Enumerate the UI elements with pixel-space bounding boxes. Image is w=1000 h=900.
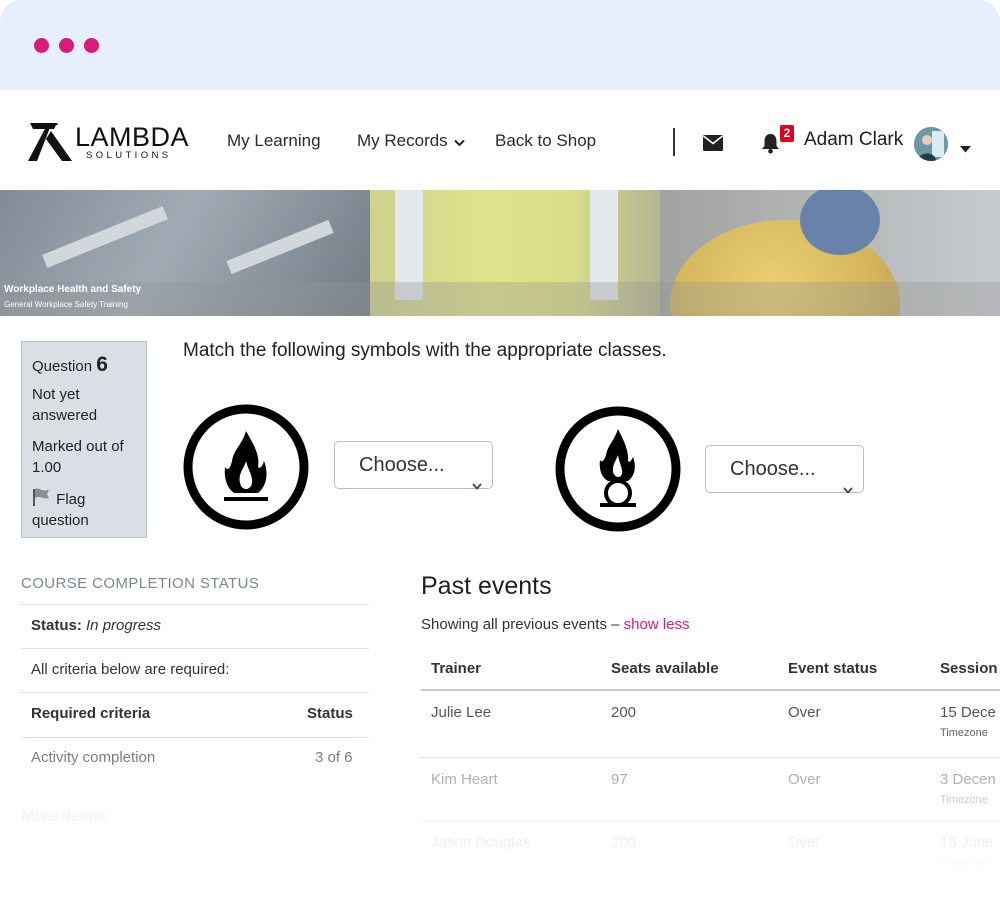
divider bbox=[421, 757, 1000, 758]
divider bbox=[21, 692, 369, 693]
flag-icon bbox=[33, 488, 49, 506]
divider bbox=[21, 737, 369, 738]
nav-divider bbox=[673, 128, 675, 156]
window-dot-icon[interactable] bbox=[34, 38, 49, 53]
column-header-seats[interactable]: Seats available bbox=[611, 660, 719, 677]
chevron-down-icon bbox=[453, 132, 465, 152]
row-seats: 97 bbox=[611, 771, 628, 788]
notification-count-badge: 2 bbox=[780, 125, 794, 142]
user-menu-caret-icon[interactable] bbox=[960, 140, 971, 158]
row-timezone: Timezone bbox=[940, 727, 988, 739]
answer-select-1[interactable]: Choose... bbox=[334, 441, 493, 490]
criteria-status-header: Status bbox=[307, 705, 353, 722]
window-dot-icon[interactable] bbox=[84, 38, 99, 53]
question-state: Not yet answered bbox=[32, 386, 98, 424]
question-info-box: Question 6 Not yet answered Marked out o… bbox=[21, 341, 147, 538]
past-events-showing-text: Showing all previous events – bbox=[421, 616, 620, 633]
past-events-summary: Showing all previous events – show less bbox=[421, 616, 689, 633]
course-completion-title: COURSE COMPLETION STATUS bbox=[21, 575, 260, 592]
row-status: Over bbox=[788, 834, 821, 851]
course-banner: Workplace Health and Safety General Work… bbox=[0, 190, 1000, 316]
nav-my-learning[interactable]: My Learning bbox=[227, 131, 321, 151]
course-category: Workplace Health and Safety bbox=[4, 284, 142, 295]
row-session: 15 June bbox=[940, 834, 994, 851]
question-number-value: 6 bbox=[96, 353, 108, 376]
completion-status: Status: In progress bbox=[31, 617, 161, 634]
window-title-bar bbox=[0, 0, 1000, 90]
column-header-trainer[interactable]: Trainer bbox=[431, 660, 481, 677]
question-label: Question bbox=[32, 358, 93, 375]
flame-icon bbox=[182, 403, 310, 536]
criteria-row-status: 3 of 6 bbox=[315, 749, 353, 766]
lambda-logo[interactable]: LAMBDA SOLUTIONS bbox=[28, 121, 189, 163]
past-events-title: Past events bbox=[421, 572, 552, 600]
row-session: 3 Decen bbox=[940, 771, 996, 788]
row-status: Over bbox=[788, 704, 821, 721]
user-name[interactable]: Adam Clark bbox=[804, 129, 903, 151]
row-trainer: Julie Lee bbox=[431, 704, 492, 721]
row-timezone: Timezone bbox=[940, 794, 988, 806]
table-header-divider bbox=[421, 689, 1000, 691]
question-number: Question 6 bbox=[32, 354, 108, 377]
answer-select-1-value: Choose... bbox=[359, 454, 445, 476]
bell-icon[interactable] bbox=[761, 133, 780, 159]
nav-my-records-label: My Records bbox=[357, 131, 448, 150]
avatar[interactable] bbox=[914, 127, 948, 161]
answer-select-2[interactable]: Choose... bbox=[705, 445, 864, 494]
course-name: General Workplace Safety Training bbox=[4, 300, 128, 309]
answer-select-2-value: Choose... bbox=[730, 458, 816, 480]
completion-status-label: Status: bbox=[31, 617, 82, 634]
row-trainer: Kim Heart bbox=[431, 771, 498, 788]
more-details-link[interactable]: More details bbox=[21, 808, 108, 826]
avatar-image bbox=[914, 127, 948, 161]
chevron-down-icon bbox=[472, 461, 482, 507]
flag-question-link[interactable]: Flag question bbox=[32, 488, 142, 531]
nav-my-records[interactable]: My Records bbox=[357, 131, 465, 152]
criteria-note: All criteria below are required: bbox=[31, 661, 230, 678]
column-header-status[interactable]: Event status bbox=[788, 660, 877, 677]
lambda-logo-mark-icon bbox=[28, 123, 72, 161]
column-header-session[interactable]: Session bbox=[940, 660, 998, 677]
flame-over-circle-icon bbox=[554, 405, 682, 538]
completion-status-value: In progress bbox=[86, 617, 162, 634]
question-text: Match the following symbols with the app… bbox=[183, 340, 667, 361]
divider bbox=[21, 648, 369, 649]
row-status: Over bbox=[788, 771, 821, 788]
nav-back-to-shop[interactable]: Back to Shop bbox=[495, 131, 596, 151]
criteria-row-name: Activity completion bbox=[31, 749, 156, 766]
chevron-down-icon bbox=[843, 465, 853, 511]
row-trainer: Jason Douglas bbox=[431, 834, 531, 851]
banner-caption-strip bbox=[0, 282, 1000, 316]
question-grade: Marked out of 1.00 bbox=[32, 438, 124, 476]
row-session: 15 Dece bbox=[940, 704, 996, 721]
logo-sub-text: SOLUTIONS bbox=[86, 150, 172, 161]
row-seats: 200 bbox=[611, 704, 637, 721]
show-less-link[interactable]: show less bbox=[624, 616, 690, 633]
divider bbox=[421, 821, 1000, 822]
logo-main-text: LAMBDA bbox=[75, 122, 190, 152]
divider bbox=[21, 604, 369, 605]
criteria-header: Required criteria bbox=[31, 705, 151, 722]
row-seats: 200 bbox=[611, 834, 637, 851]
envelope-icon[interactable] bbox=[703, 135, 723, 156]
window-dot-icon[interactable] bbox=[59, 38, 74, 53]
row-timezone: Timezone bbox=[940, 857, 988, 869]
